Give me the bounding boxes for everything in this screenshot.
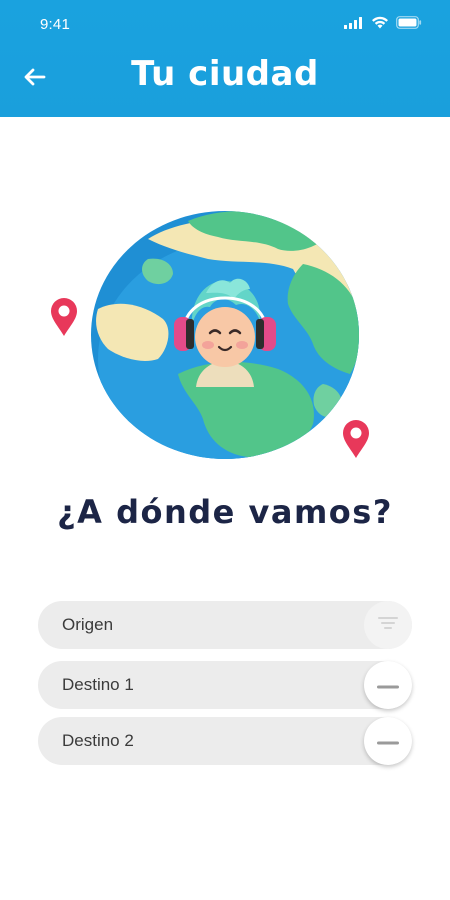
- origin-field[interactable]: Origen: [38, 601, 412, 649]
- destination-2-field[interactable]: Destino 2: [38, 717, 412, 765]
- map-pin-icon: [48, 297, 80, 342]
- status-icons: [344, 16, 422, 34]
- filter-button[interactable]: [364, 601, 412, 649]
- destination-question: ¿A dónde vamos?: [57, 493, 393, 531]
- destination-1-field[interactable]: Destino 1: [38, 661, 412, 709]
- globe-illustration: [88, 209, 364, 461]
- signal-icon: [344, 16, 364, 34]
- map-pin-icon: [340, 419, 372, 464]
- app-header: 9:41 Tu ciudad: [0, 0, 450, 117]
- remove-destination-2-button[interactable]: [364, 717, 412, 765]
- status-time: 9:41: [40, 16, 70, 33]
- destination-2-label: Destino 2: [62, 731, 134, 750]
- battery-icon: [396, 16, 422, 34]
- minus-icon: [377, 676, 399, 694]
- destination-1-label: Destino 1: [62, 675, 134, 694]
- route-form: Origen Destino 1 Destino 2: [0, 587, 450, 900]
- screen: 9:41 Tu ciudad ¿A dónde vamos? Origen De…: [0, 0, 450, 900]
- wifi-icon: [371, 16, 389, 34]
- filter-icon: [377, 615, 399, 636]
- origin-label: Origen: [62, 615, 114, 634]
- remove-destination-1-button[interactable]: [364, 661, 412, 709]
- minus-icon: [377, 732, 399, 750]
- hero-section: ¿A dónde vamos?: [0, 117, 450, 587]
- page-title: Tu ciudad: [131, 54, 319, 94]
